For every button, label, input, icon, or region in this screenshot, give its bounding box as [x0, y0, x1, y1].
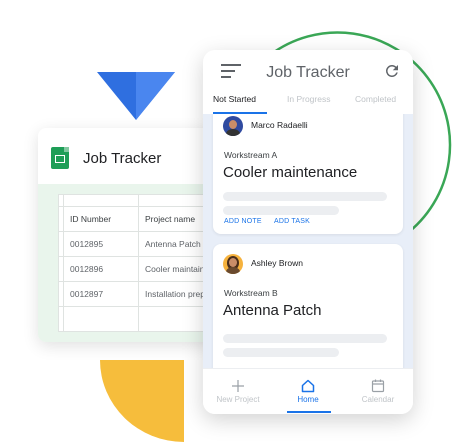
job-card[interactable]: Ashley Brown Workstream B Antenna Patch — [213, 244, 403, 368]
nav-new-project[interactable]: New Project — [203, 369, 273, 414]
column-header-id[interactable]: ID Number — [63, 206, 139, 232]
nav-label: Home — [297, 395, 319, 404]
table-cell[interactable] — [63, 306, 139, 332]
nav-home[interactable]: Home — [273, 369, 343, 414]
add-note-button[interactable]: ADD NOTE — [224, 218, 262, 225]
nav-label: New Project — [216, 395, 260, 404]
placeholder-bar — [223, 206, 339, 215]
workstream-label: Workstream B — [224, 288, 278, 298]
assignee-name: Ashley Brown — [251, 258, 303, 268]
workstream-label: Workstream A — [224, 150, 278, 160]
nav-label: Calendar — [361, 395, 395, 404]
bottom-navigation: New Project Home Calendar — [203, 368, 413, 414]
job-list: Marco Radaelli Workstream A Cooler maint… — [203, 114, 413, 368]
job-title: Cooler maintenance — [223, 164, 358, 181]
avatar — [223, 116, 243, 136]
nav-calendar[interactable]: Calendar — [343, 369, 413, 414]
refresh-icon[interactable] — [383, 62, 401, 80]
tab-completed[interactable]: Completed — [355, 94, 396, 104]
placeholder-bar — [223, 348, 339, 357]
add-task-button[interactable]: ADD TASK — [274, 218, 310, 225]
home-icon — [301, 379, 315, 393]
active-nav-indicator — [287, 411, 331, 413]
placeholder-bar — [223, 192, 387, 201]
table-cell[interactable]: 0012895 — [63, 231, 139, 257]
placeholder-bar — [223, 334, 387, 343]
assignee-name: Marco Radaelli — [251, 120, 308, 130]
avatar — [223, 254, 243, 274]
app-title: Job Tracker — [266, 64, 350, 81]
table-cell[interactable] — [63, 194, 139, 207]
plus-icon — [232, 380, 244, 392]
status-tabs: Not Started In Progress Completed — [203, 92, 413, 114]
blue-triangle-decoration — [97, 72, 175, 120]
calendar-icon — [371, 379, 385, 393]
table-cell[interactable]: 0012897 — [63, 281, 139, 307]
tab-in-progress[interactable]: In Progress — [287, 94, 330, 104]
spreadsheet-title: Job Tracker — [83, 150, 162, 167]
job-tracker-phone: Job Tracker Not Started In Progress Comp… — [203, 50, 413, 414]
job-card[interactable]: Marco Radaelli Workstream A Cooler maint… — [213, 114, 403, 234]
tab-not-started[interactable]: Not Started — [213, 94, 256, 104]
sheets-icon — [51, 147, 69, 169]
table-cell[interactable]: 0012896 — [63, 256, 139, 282]
yellow-quarter-circle-decoration — [100, 360, 184, 442]
job-title: Antenna Patch — [223, 302, 322, 319]
